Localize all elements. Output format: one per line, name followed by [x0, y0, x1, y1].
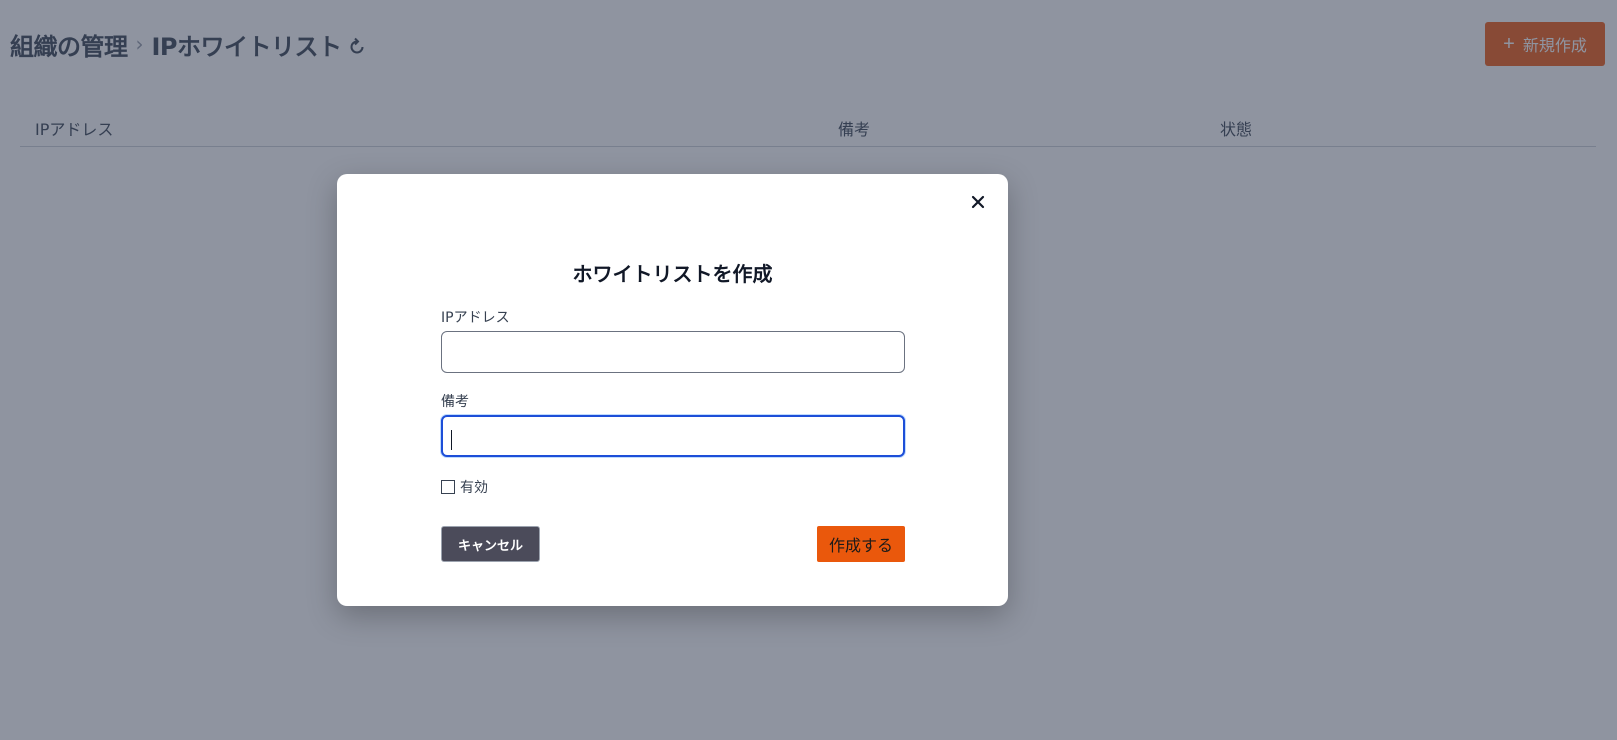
dialog-actions: キャンセル 作成する	[441, 526, 905, 562]
dialog-title: ホワイトリストを作成	[572, 262, 773, 286]
note-label: 備考	[441, 394, 469, 410]
enabled-checkbox-label[interactable]: 有効	[460, 477, 488, 497]
enabled-checkbox-row[interactable]: 有効	[441, 477, 905, 497]
note-input[interactable]	[441, 415, 905, 457]
cancel-button[interactable]: キャンセル	[441, 526, 540, 562]
whitelist-form: IPアドレス 備考 有効	[441, 309, 905, 497]
text-caret	[451, 430, 452, 450]
ip-address-input[interactable]	[441, 331, 905, 373]
enabled-checkbox[interactable]	[441, 480, 455, 494]
close-icon[interactable]	[966, 190, 990, 214]
create-button[interactable]: 作成する	[817, 526, 905, 562]
create-whitelist-dialog: ホワイトリストを作成 IPアドレス 備考 有効 キャンセル 作成する	[337, 174, 1008, 606]
ip-address-label: IPアドレス	[441, 310, 510, 326]
